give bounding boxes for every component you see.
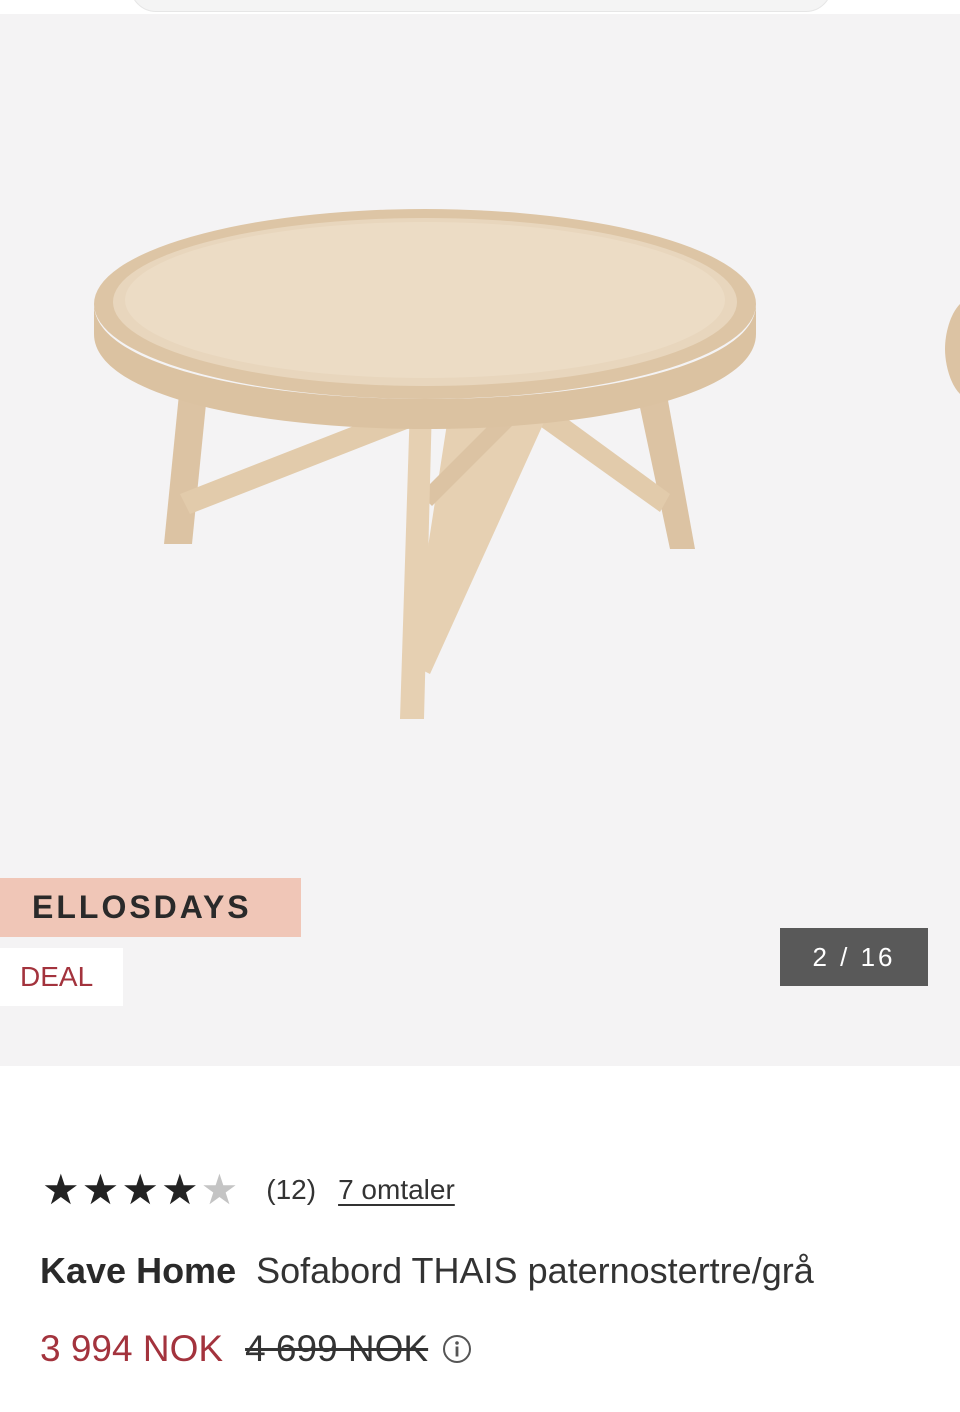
brand-name[interactable]: Kave Home — [40, 1250, 236, 1291]
deal-badge: DEAL — [0, 948, 123, 1006]
search-bar[interactable] — [130, 0, 832, 12]
product-image-gallery[interactable]: ELLOSDAYS DEAL 2 / 16 — [0, 14, 960, 1066]
product-title: Kave Home Sofabord THAIS paternostertre/g… — [40, 1250, 814, 1292]
image-counter: 2 / 16 — [780, 928, 928, 986]
star-filled-icon: ★ — [42, 1166, 80, 1213]
star-filled-icon: ★ — [160, 1166, 199, 1213]
star-filled-icon: ★ — [81, 1166, 120, 1213]
reviews-link[interactable]: 7 omtaler — [338, 1174, 455, 1206]
current-price: 3 994 NOK — [40, 1328, 224, 1369]
campaign-badge: ELLOSDAYS — [0, 878, 301, 937]
product-image — [94, 209, 756, 719]
rating-count: (12) — [266, 1174, 317, 1205]
price-row: 3 994 NOK 4 699 NOK — [40, 1328, 472, 1370]
original-price: 4 699 NOK — [245, 1328, 429, 1369]
star-filled-icon: ★ — [121, 1166, 159, 1213]
info-icon[interactable] — [442, 1334, 472, 1364]
star-empty-icon: ★ — [200, 1166, 239, 1213]
product-name: Sofabord THAIS paternostertre/grå — [256, 1250, 814, 1291]
next-image-peek — [945, 304, 960, 394]
rating-row: ★ ★ ★ ★ ★ (12) 7 omtaler — [42, 1168, 455, 1212]
